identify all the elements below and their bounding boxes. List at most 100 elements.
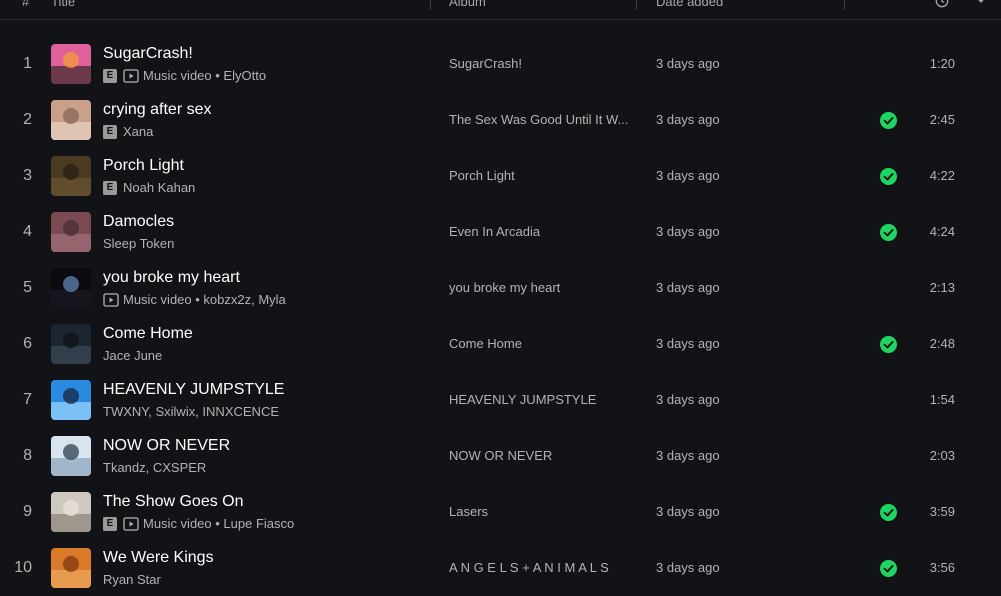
date-added: 3 days ago xyxy=(656,56,720,71)
track-album[interactable]: you broke my heart xyxy=(449,260,560,316)
track-subtitle: Ryan Star xyxy=(103,572,161,587)
track-subtitle: Tkandz, CXSPER xyxy=(103,460,206,475)
track-subtitle: E Music video • Lupe Fiasco xyxy=(103,516,294,531)
track-artists[interactable]: Ryan Star xyxy=(103,572,161,587)
track-artists[interactable]: Noah Kahan xyxy=(123,180,195,195)
track-album[interactable]: SugarCrash! xyxy=(449,36,522,92)
track-artists[interactable]: Sleep Token xyxy=(103,236,174,251)
header-album[interactable]: Album xyxy=(449,0,486,9)
track-row[interactable]: 3 Porch Light E Noah Kahan Porch Light 3… xyxy=(0,148,1001,204)
clock-icon[interactable] xyxy=(935,0,949,8)
track-title[interactable]: you broke my heart xyxy=(103,269,240,287)
track-subtitle: Jace June xyxy=(103,348,162,363)
track-number: 4 xyxy=(23,223,32,240)
track-duration: 3:59 xyxy=(929,504,955,519)
track-number: 7 xyxy=(23,391,32,408)
header-title[interactable]: Title xyxy=(51,0,75,9)
track-artists[interactable]: Jace June xyxy=(103,348,162,363)
track-number: 9 xyxy=(23,503,32,520)
track-row[interactable]: 10 We Were Kings Ryan Star A N G E L S +… xyxy=(0,540,1001,596)
chevron-down-icon[interactable] xyxy=(976,0,986,5)
track-row[interactable]: 5 you broke my heart Music video • kobzx… xyxy=(0,260,1001,316)
track-duration: 2:45 xyxy=(929,112,955,127)
saved-check-icon[interactable] xyxy=(880,504,897,521)
track-number: 1 xyxy=(23,55,32,72)
album-cover xyxy=(51,44,91,84)
track-album[interactable]: Porch Light xyxy=(449,148,515,204)
track-duration: 4:24 xyxy=(929,224,955,239)
saved-check-icon[interactable] xyxy=(880,560,897,577)
music-video-label: Music video xyxy=(143,68,212,83)
date-added: 3 days ago xyxy=(656,448,720,463)
music-video-icon xyxy=(123,516,139,531)
track-row[interactable]: 9 The Show Goes On E Music video • Lupe … xyxy=(0,484,1001,540)
saved-check-icon[interactable] xyxy=(880,336,897,353)
track-artists[interactable]: Xana xyxy=(123,124,153,139)
track-album[interactable]: A N G E L S + A N I M A L S xyxy=(449,540,609,596)
date-added: 3 days ago xyxy=(656,504,720,519)
track-row[interactable]: 4 Damocles Sleep Token Even In Arcadia 3… xyxy=(0,204,1001,260)
separator-dot: • xyxy=(211,516,224,531)
track-subtitle: E Xana xyxy=(103,124,153,139)
track-duration: 1:54 xyxy=(929,392,955,407)
album-cover xyxy=(51,268,91,308)
separator-dot: • xyxy=(191,292,204,307)
saved-check-icon[interactable] xyxy=(880,224,897,241)
track-artists[interactable]: Lupe Fiasco xyxy=(223,516,294,531)
track-artists[interactable]: TWXNY, Sxilwix, INNXCENCE xyxy=(103,404,279,419)
track-title[interactable]: crying after sex xyxy=(103,101,211,119)
track-artists[interactable]: ElyOtto xyxy=(223,68,266,83)
music-video-icon xyxy=(103,292,119,307)
track-duration: 3:56 xyxy=(929,560,955,575)
date-added: 3 days ago xyxy=(656,168,720,183)
track-album[interactable]: Come Home xyxy=(449,316,522,372)
track-album[interactable]: Lasers xyxy=(449,484,488,540)
track-subtitle: E Music video • ElyOtto xyxy=(103,68,266,83)
track-title[interactable]: Porch Light xyxy=(103,157,184,175)
track-number: 2 xyxy=(23,111,32,128)
track-title[interactable]: SugarCrash! xyxy=(103,45,193,63)
header-date-added[interactable]: Date added xyxy=(656,0,723,9)
track-album[interactable]: Even In Arcadia xyxy=(449,204,540,260)
column-divider[interactable] xyxy=(430,0,431,10)
track-subtitle: Music video • kobzx2z, Myla xyxy=(103,292,286,307)
track-number: 6 xyxy=(23,335,32,352)
track-duration: 2:03 xyxy=(929,448,955,463)
column-divider[interactable] xyxy=(844,0,845,10)
album-cover xyxy=(51,324,91,364)
track-title[interactable]: We Were Kings xyxy=(103,549,214,567)
track-artists[interactable]: kobzx2z, Myla xyxy=(203,292,285,307)
track-title[interactable]: HEAVENLY JUMPSTYLE xyxy=(103,381,284,399)
track-album[interactable]: NOW OR NEVER xyxy=(449,428,552,484)
explicit-badge: E xyxy=(103,124,117,139)
track-album[interactable]: HEAVENLY JUMPSTYLE xyxy=(449,372,596,428)
saved-check-icon[interactable] xyxy=(880,112,897,129)
separator-dot: • xyxy=(211,68,224,83)
track-title[interactable]: Damocles xyxy=(103,213,174,231)
tracklist-header: # Title Album Date added xyxy=(0,0,1001,20)
music-video-label: Music video xyxy=(123,292,192,307)
track-duration: 2:48 xyxy=(929,336,955,351)
track-row[interactable]: 6 Come Home Jace June Come Home 3 days a… xyxy=(0,316,1001,372)
explicit-badge: E xyxy=(103,180,117,195)
date-added: 3 days ago xyxy=(656,112,720,127)
column-divider[interactable] xyxy=(636,0,637,10)
track-album[interactable]: The Sex Was Good Until It W... xyxy=(449,92,628,148)
track-row[interactable]: 1 SugarCrash! E Music video • ElyOtto Su… xyxy=(0,36,1001,92)
track-title[interactable]: NOW OR NEVER xyxy=(103,437,230,455)
music-video-label: Music video xyxy=(143,516,212,531)
track-number: 5 xyxy=(23,279,32,296)
date-added: 3 days ago xyxy=(656,560,720,575)
track-row[interactable]: 8 NOW OR NEVER Tkandz, CXSPER NOW OR NEV… xyxy=(0,428,1001,484)
track-title[interactable]: Come Home xyxy=(103,325,193,343)
album-cover xyxy=(51,100,91,140)
track-row[interactable]: 7 HEAVENLY JUMPSTYLE TWXNY, Sxilwix, INN… xyxy=(0,372,1001,428)
album-cover xyxy=(51,436,91,476)
track-artists[interactable]: Tkandz, CXSPER xyxy=(103,460,206,475)
album-cover xyxy=(51,492,91,532)
track-duration: 2:13 xyxy=(929,280,955,295)
track-row[interactable]: 2 crying after sex E Xana The Sex Was Go… xyxy=(0,92,1001,148)
track-number: 10 xyxy=(14,559,32,576)
saved-check-icon[interactable] xyxy=(880,168,897,185)
track-title[interactable]: The Show Goes On xyxy=(103,493,244,511)
